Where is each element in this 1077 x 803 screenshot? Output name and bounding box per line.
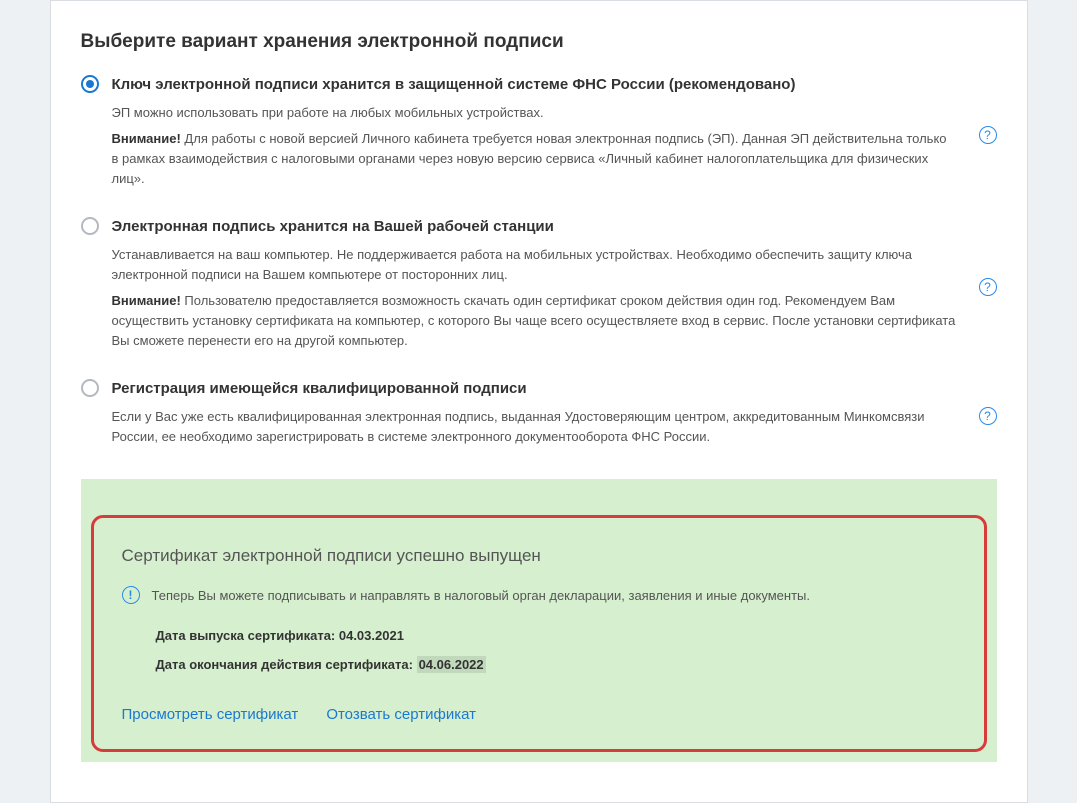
option-desc: ЭП можно использовать при работе на любы… [112,103,957,123]
option-warning: Внимание! Для работы с новой версией Лич… [112,129,957,189]
option-desc: Устанавливается на ваш компьютер. Не под… [112,245,957,285]
cert-dates: Дата выпуска сертификата: 04.03.2021 Дат… [122,628,956,672]
expiry-label: Дата окончания действия сертификата: [156,657,417,672]
option-title: Ключ электронной подписи хранится в защи… [112,75,957,95]
help-icon[interactable]: ? [979,126,997,144]
option-title: Электронная подпись хранится на Вашей ра… [112,217,957,237]
expiry-date: 04.06.2022 [417,656,486,673]
success-title: Сертификат электронной подписи успешно в… [122,546,956,566]
option-local-storage: Электронная подпись хранится на Вашей ра… [81,217,997,357]
warning-label: Внимание! [112,131,181,146]
info-icon: ! [122,586,140,604]
radio-existing-signature[interactable] [81,379,99,397]
option-fns-storage: Ключ электронной подписи хранится в защи… [81,75,997,195]
issue-label: Дата выпуска сертификата: [156,628,339,643]
action-links: Просмотреть сертификат Отозвать сертифик… [122,706,956,723]
option-existing-signature: Регистрация имеющейся квалифицированной … [81,379,997,453]
info-text: Теперь Вы можете подписывать и направлят… [152,588,811,603]
option-title: Регистрация имеющейся квалифицированной … [112,379,957,399]
success-bg: Сертификат электронной подписи успешно в… [81,479,997,762]
radio-fns-storage[interactable] [81,75,99,93]
option-warning: Внимание! Пользователю предоставляется в… [112,291,957,351]
issue-date: 04.03.2021 [339,628,404,643]
help-icon[interactable]: ? [979,278,997,296]
success-wrapper: Сертификат электронной подписи успешно в… [81,479,997,762]
option-desc: Если у Вас уже есть квалифицированная эл… [112,407,957,447]
info-row: ! Теперь Вы можете подписывать и направл… [122,586,956,604]
main-panel: Выберите вариант хранения электронной по… [50,0,1028,803]
radio-local-storage[interactable] [81,217,99,235]
warning-text: Для работы с новой версией Личного кабин… [112,131,947,186]
warning-text: Пользователю предоставляется возможность… [112,293,956,348]
warning-label: Внимание! [112,293,181,308]
expiry-date-line: Дата окончания действия сертификата: 04.… [156,657,956,672]
revoke-certificate-link[interactable]: Отозвать сертификат [326,706,476,723]
issue-date-line: Дата выпуска сертификата: 04.03.2021 [156,628,956,643]
view-certificate-link[interactable]: Просмотреть сертификат [122,706,299,723]
help-icon[interactable]: ? [979,407,997,425]
page-title: Выберите вариант хранения электронной по… [81,31,997,53]
success-box: Сертификат электронной подписи успешно в… [91,515,987,752]
